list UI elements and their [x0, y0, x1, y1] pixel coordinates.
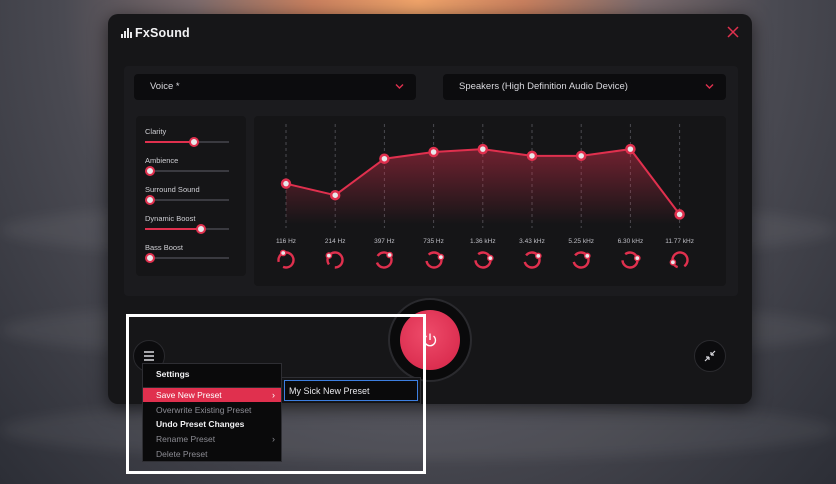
- effect-bass-boost: Bass Boost: [145, 243, 237, 263]
- app-title: FxSound: [135, 26, 190, 40]
- new-preset-name-input[interactable]: [284, 380, 418, 401]
- eq-band-handle[interactable]: [526, 150, 538, 162]
- context-menu: Settings Save New Preset › Overwrite Exi…: [142, 363, 282, 462]
- eq-band-knob[interactable]: [275, 249, 297, 271]
- eq-frequency-label: 1.36 kHz: [469, 238, 496, 245]
- eq-band-knob[interactable]: [373, 249, 395, 271]
- slider-knob[interactable]: [188, 137, 199, 147]
- eq-band-handle[interactable]: [329, 189, 341, 201]
- eq-frequency-label: 735 Hz: [423, 238, 444, 245]
- eq-band-knob[interactable]: [669, 249, 691, 271]
- effect-label: Surround Sound: [145, 185, 200, 194]
- effect-label: Clarity: [145, 127, 167, 136]
- chevron-right-icon: ›: [272, 390, 275, 400]
- power-icon: [423, 333, 437, 347]
- dynamic-boost-slider[interactable]: [145, 224, 229, 234]
- menu-item-label: Overwrite Existing Preset: [156, 405, 252, 415]
- menu-item-save-new-preset[interactable]: Save New Preset ›: [143, 388, 281, 402]
- effects-panel: Clarity Ambience Surround Sound Dynamic …: [136, 116, 246, 276]
- menu-item-label: Delete Preset: [156, 449, 208, 459]
- effect-label: Dynamic Boost: [145, 214, 196, 223]
- eq-band-handle[interactable]: [477, 143, 489, 155]
- menu-item-undo-preset-changes[interactable]: Undo Preset Changes: [143, 417, 281, 431]
- ambience-slider[interactable]: [145, 166, 229, 176]
- bass-boost-slider[interactable]: [145, 253, 229, 263]
- preset-select[interactable]: Voice *: [134, 74, 416, 100]
- eq-band-handle[interactable]: [379, 153, 390, 164]
- surround-sound-slider[interactable]: [145, 195, 229, 205]
- eq-frequency-label: 214 Hz: [324, 238, 346, 245]
- effect-ambience: Ambience: [145, 156, 237, 176]
- eq-band-handle[interactable]: [280, 178, 292, 189]
- eq-band-knob[interactable]: [619, 249, 641, 271]
- power-button[interactable]: [400, 310, 460, 370]
- eq-curve-fill: [286, 149, 680, 224]
- menu-item-overwrite-existing-preset[interactable]: Overwrite Existing Preset: [143, 403, 281, 417]
- fxsound-window: FxSound Voice * Speakers (High Definitio…: [108, 14, 752, 404]
- main-panel: Voice * Speakers (High Definition Audio …: [124, 66, 738, 296]
- effect-label: Ambience: [145, 156, 179, 165]
- eq-frequency-label: 116 Hz: [275, 238, 297, 245]
- menu-item-label: Settings: [156, 369, 190, 379]
- equalizer-panel: 116 Hz 214 Hz 397 Hz 735 Hz 1.36 kHz 3.43 kHz…: [254, 116, 726, 286]
- effect-surround-sound: Surround Sound: [145, 185, 237, 205]
- logo-bars-icon: [121, 28, 132, 38]
- eq-band-handle[interactable]: [674, 209, 685, 220]
- shrink-button[interactable]: [694, 340, 726, 372]
- eq-frequency-label: 11.77 kHz: [665, 238, 694, 245]
- titlebar: FxSound: [108, 14, 752, 52]
- menu-item-label: Rename Preset: [156, 434, 216, 444]
- slider-knob[interactable]: [145, 253, 155, 263]
- effect-label: Bass Boost: [145, 243, 183, 252]
- eq-band-knob[interactable]: [324, 249, 346, 271]
- menu-item-delete-preset[interactable]: Delete Preset: [143, 447, 281, 461]
- chevron-right-icon: ›: [272, 434, 275, 444]
- eq-band-handle[interactable]: [428, 146, 439, 158]
- slider-knob[interactable]: [196, 224, 207, 234]
- effect-clarity: Clarity: [145, 127, 237, 147]
- eq-band-knob[interactable]: [570, 249, 592, 271]
- menu-item-label: Undo Preset Changes: [156, 419, 245, 429]
- eq-band-knob[interactable]: [521, 249, 543, 271]
- eq-frequency-label: 397 Hz: [374, 238, 395, 245]
- menu-item-label: Save New Preset: [156, 390, 222, 400]
- device-select[interactable]: Speakers (High Definition Audio Device): [443, 74, 726, 100]
- eq-frequency-label: 6.30 kHz: [617, 238, 644, 245]
- power-ring: [388, 298, 472, 382]
- eq-band-knob[interactable]: [472, 249, 494, 271]
- menu-item-settings[interactable]: Settings: [143, 367, 281, 381]
- background-wave: [0, 400, 836, 460]
- clarity-slider[interactable]: [145, 137, 229, 147]
- preset-select-value: Voice *: [150, 81, 180, 92]
- chevron-down-icon: [705, 84, 714, 89]
- menu-item-rename-preset[interactable]: Rename Preset ›: [143, 432, 281, 446]
- slider-knob[interactable]: [145, 195, 155, 205]
- eq-frequency-label: 5.25 kHz: [568, 238, 595, 245]
- eq-band-knob[interactable]: [423, 249, 445, 271]
- close-icon: [727, 26, 739, 38]
- eq-band-handle[interactable]: [575, 150, 587, 162]
- chevron-down-icon: [395, 84, 404, 89]
- eq-band-handle[interactable]: [625, 143, 636, 155]
- device-select-value: Speakers (High Definition Audio Device): [459, 81, 628, 92]
- close-button[interactable]: [726, 25, 740, 39]
- effect-dynamic-boost: Dynamic Boost: [145, 214, 237, 234]
- shrink-icon: [704, 350, 716, 362]
- slider-knob[interactable]: [145, 166, 155, 176]
- app-logo: FxSound: [121, 26, 190, 40]
- eq-frequency-label: 3.43 kHz: [519, 238, 545, 245]
